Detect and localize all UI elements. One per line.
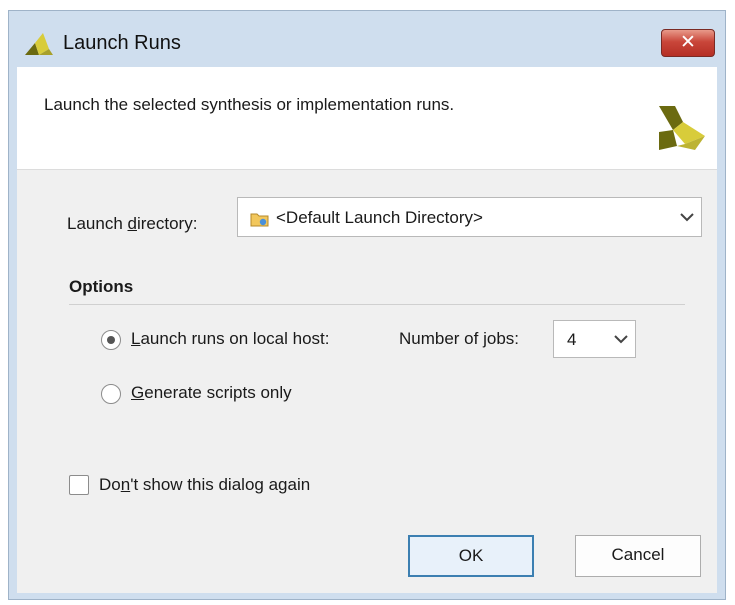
dialog-header: Launch the selected synthesis or impleme… bbox=[17, 67, 717, 170]
radio-selected-dot bbox=[107, 336, 115, 344]
dialog-body: Launch the selected synthesis or impleme… bbox=[17, 67, 717, 593]
number-of-jobs-label: Number of jobs: bbox=[399, 329, 520, 348]
title-bar[interactable]: Launch Runs ✕ bbox=[9, 11, 725, 67]
local-host-label[interactable]: Launch runs on local host: bbox=[131, 329, 329, 349]
chevron-down-icon bbox=[680, 213, 694, 222]
launch-directory-label: Launch directory: bbox=[67, 214, 198, 233]
ok-button[interactable]: OK bbox=[408, 535, 534, 577]
window-title: Launch Runs bbox=[63, 32, 181, 54]
options-heading: Options bbox=[69, 277, 134, 296]
vivado-logo-icon bbox=[659, 106, 705, 150]
dont-show-checkbox[interactable] bbox=[69, 475, 89, 495]
chevron-down-icon bbox=[614, 335, 628, 344]
launch-runs-dialog: Launch Runs ✕ Launch the selected synthe… bbox=[8, 10, 726, 600]
launch-directory-dropdown[interactable]: <Default Launch Directory> bbox=[237, 197, 702, 237]
number-of-jobs-value: 4 bbox=[567, 330, 577, 349]
launch-directory-value: <Default Launch Directory> bbox=[276, 208, 483, 227]
scripts-only-label[interactable]: Generate scripts only bbox=[131, 383, 292, 403]
header-description: Launch the selected synthesis or impleme… bbox=[44, 95, 455, 114]
options-divider bbox=[69, 304, 685, 305]
dont-show-label[interactable]: Don't show this dialog again bbox=[99, 475, 310, 495]
close-button[interactable]: ✕ bbox=[661, 29, 715, 57]
cancel-button[interactable]: Cancel bbox=[575, 535, 701, 577]
scripts-only-radio[interactable] bbox=[101, 384, 121, 404]
close-icon: ✕ bbox=[680, 32, 696, 53]
local-host-radio[interactable] bbox=[101, 330, 121, 350]
vivado-logo-icon bbox=[25, 33, 53, 55]
number-of-jobs-dropdown[interactable]: 4 bbox=[553, 320, 636, 358]
folder-icon bbox=[250, 213, 269, 227]
